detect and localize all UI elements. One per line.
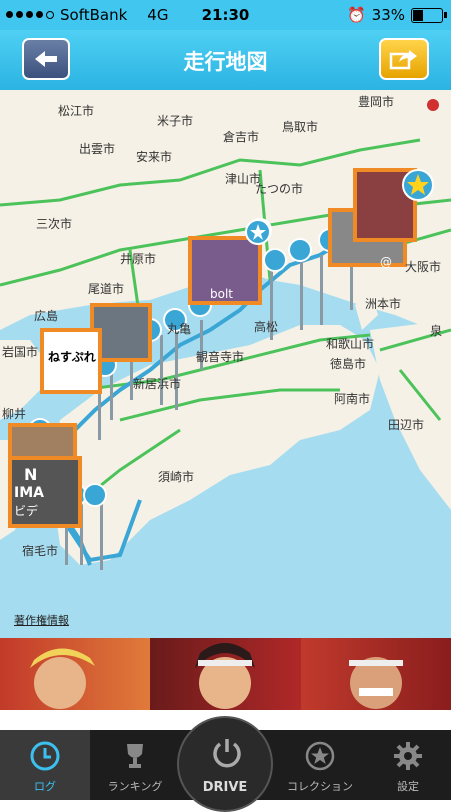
city-label: 米子市 [157, 114, 194, 128]
city-label: 岩国市 [2, 345, 39, 359]
city-label: 安来市 [136, 150, 173, 164]
battery-percent: 33% [371, 6, 405, 24]
banner-character-2 [150, 638, 301, 710]
city-label: 鳥取市 [282, 120, 319, 134]
status-right: ⏰ 33% [346, 6, 447, 24]
city-label: 出雲市 [79, 142, 116, 156]
tab-log[interactable]: ログ [0, 730, 90, 800]
city-label: 観音寺市 [196, 350, 245, 364]
city-label: 高松 [254, 320, 279, 334]
city-label: 宿毛市 [22, 544, 59, 558]
tab-collection[interactable]: コレクション [275, 730, 365, 800]
city-label: 松江市 [58, 104, 95, 118]
tab-log-label: ログ [34, 780, 56, 793]
drive-button[interactable]: DRIVE [177, 716, 273, 812]
city-label: 阿南市 [334, 392, 371, 406]
drive-button-label: DRIVE [202, 780, 248, 795]
city-label: 和歌山市 [326, 337, 375, 351]
power-icon [213, 739, 241, 768]
share-icon [389, 50, 417, 70]
city-label: 尾道市 [88, 282, 125, 296]
thumbnail-caption: N [24, 465, 38, 484]
thumbnail-caption: @ [380, 255, 392, 269]
battery-icon [411, 7, 447, 23]
navigation-bar: 走行地図 [0, 30, 451, 90]
tab-collection-label: コレクション [287, 780, 353, 793]
thumbnail-caption: bolt [210, 287, 233, 301]
banner-character-1 [0, 638, 151, 710]
tab-settings-label: 設定 [397, 780, 419, 793]
city-label: たつの市 [255, 182, 304, 196]
share-button[interactable] [379, 38, 429, 80]
city-label: 泉 [430, 324, 443, 338]
status-bar: SoftBank 4G 21:30 ⏰ 33% [0, 0, 451, 30]
city-label: 丸亀 [167, 322, 192, 336]
tab-ranking-label: ランキング [107, 780, 163, 793]
tab-ranking[interactable]: ランキング [90, 730, 180, 800]
city-label: 徳島市 [330, 357, 367, 371]
clock-icon [30, 741, 60, 771]
city-label: 田辺市 [388, 418, 425, 432]
city-label: 洲本市 [365, 297, 402, 311]
ad-banner[interactable] [0, 638, 451, 710]
route-map[interactable]: 豊岡市 松江市 米子市 倉吉市 鳥取市 出雲市 安来市 津山市 たつの市 三次市… [0, 90, 451, 638]
thumbnail-caption: IMA [14, 485, 44, 501]
gear-icon [394, 742, 422, 770]
city-label: 須崎市 [158, 470, 195, 484]
tab-bar: ログ ランキング DRIVE コレクション 設定 [0, 716, 451, 812]
thumbnail-caption: ねすぷれ [48, 350, 96, 364]
thumbnail-caption: ビデ [14, 504, 39, 518]
city-label: 井原市 [120, 252, 157, 266]
tab-settings[interactable]: 設定 [365, 730, 451, 800]
copyright-link[interactable]: 著作権情報 [14, 612, 69, 628]
trophy-icon [127, 744, 143, 768]
star-icon [305, 741, 335, 771]
city-label: 大阪市 [405, 260, 442, 274]
banner-character-3 [300, 638, 451, 710]
city-label: 三次市 [36, 217, 73, 231]
alarm-icon: ⏰ [346, 6, 366, 24]
city-label: 広島 [34, 309, 59, 323]
city-label: 倉吉市 [223, 130, 260, 144]
city-label: 豊岡市 [358, 95, 395, 109]
city-label: 新居浜市 [133, 377, 182, 391]
city-label: 柳井 [2, 407, 27, 421]
